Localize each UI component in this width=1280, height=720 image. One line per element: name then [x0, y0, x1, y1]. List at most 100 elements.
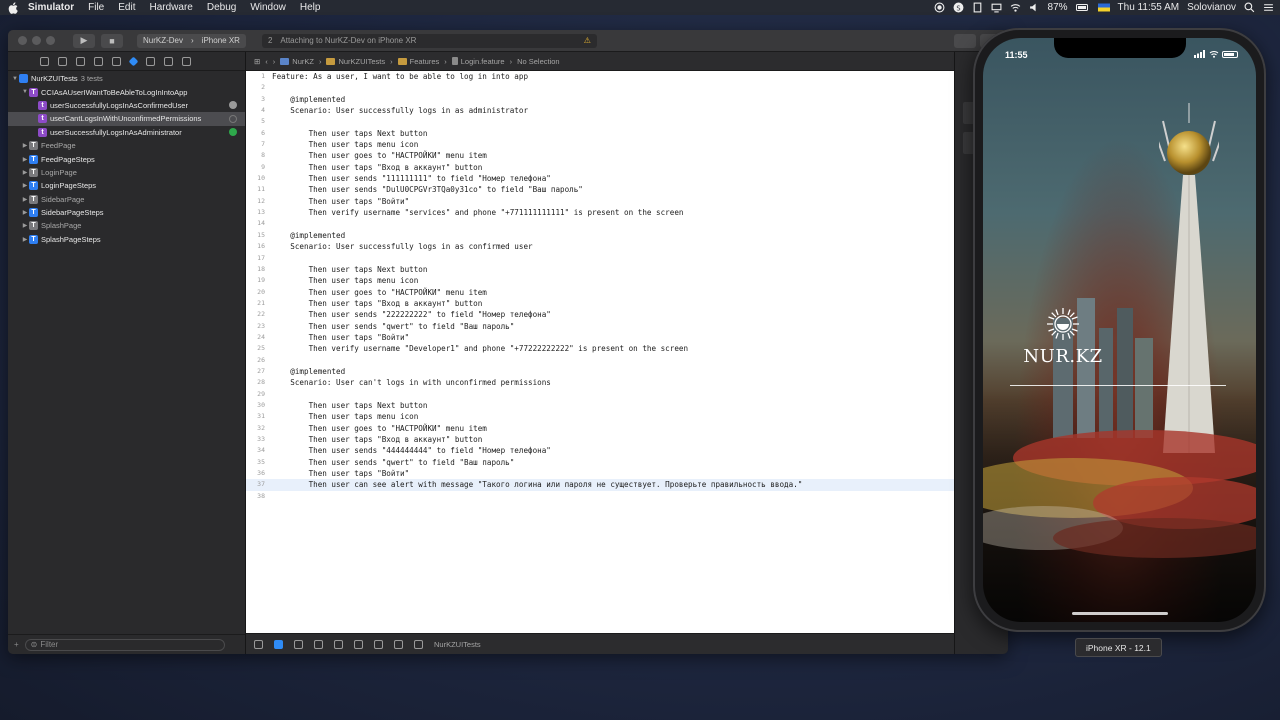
code-line[interactable]: 10 Then user sends "111111111" to field … [246, 173, 954, 184]
menu-app-name[interactable]: Simulator [28, 2, 74, 13]
stop-button[interactable]: ■ [101, 33, 123, 48]
step-over-icon[interactable] [314, 639, 323, 649]
test-row-confirmed-user[interactable]: t userSuccessfullyLogsInAsConfirmedUser [8, 99, 245, 112]
line-number[interactable]: 26 [246, 355, 272, 366]
code-editor[interactable]: 1 Feature: As a user, I want to be able t… [246, 71, 954, 633]
report-navigator-tab[interactable] [182, 56, 191, 66]
disclosure-closed-icon[interactable]: ▶ [21, 142, 29, 149]
line-number[interactable]: 27 [246, 366, 272, 377]
filter-input[interactable]: ⊜ Filter [24, 638, 225, 651]
code-line[interactable]: 18 Then user taps Next button [246, 264, 954, 275]
code-line[interactable]: 30 Then user taps Next button [246, 400, 954, 411]
disclosure-closed-icon[interactable]: ▶ [21, 196, 29, 203]
zoom-window-button[interactable] [46, 36, 55, 45]
line-number[interactable]: 8 [246, 150, 272, 161]
breadcrumb-group[interactable]: NurKZUITests [326, 57, 385, 66]
breadcrumb-selection[interactable]: No Selection [517, 57, 560, 66]
code-line[interactable]: 6 Then user taps Next button [246, 128, 954, 139]
menu-help[interactable]: Help [300, 2, 321, 13]
class-row-loginpagesteps[interactable]: ▶ T LoginPageSteps [8, 179, 245, 192]
code-line[interactable]: 17 [246, 253, 954, 264]
code-line[interactable]: 1 Feature: As a user, I want to be able t… [246, 71, 954, 82]
disclosure-closed-icon[interactable]: ▶ [21, 156, 29, 163]
line-number[interactable]: 1 [246, 71, 272, 82]
code-line[interactable]: 20 Then user goes to "НАСТРОЙКИ" menu it… [246, 287, 954, 298]
code-line[interactable]: 34 Then user sends "444444444" to field … [246, 445, 954, 456]
test-passed-icon[interactable] [229, 128, 237, 137]
breadcrumb-folder[interactable]: Features [397, 57, 439, 66]
line-number[interactable]: 16 [246, 241, 272, 252]
class-row-splashpagesteps[interactable]: ▶ T SplashPageSteps [8, 233, 245, 246]
location-icon[interactable] [394, 639, 403, 649]
code-line[interactable]: 12 Then user taps "Войти" [246, 196, 954, 207]
skype-icon[interactable]: S [953, 2, 964, 13]
line-number[interactable]: 25 [246, 343, 272, 354]
disclosure-open-icon[interactable]: ▼ [21, 89, 29, 95]
battery-icon[interactable] [1075, 2, 1090, 13]
wifi-icon[interactable] [1010, 2, 1021, 13]
disclosure-closed-icon[interactable]: ▶ [21, 182, 29, 189]
view-hierarchy-icon[interactable] [374, 639, 383, 649]
code-line[interactable]: 11 Then user sends "DulU0CPGVr3TQa0y31co… [246, 184, 954, 195]
line-number[interactable]: 7 [246, 139, 272, 150]
line-number[interactable]: 5 [246, 116, 272, 127]
volume-icon[interactable] [1029, 2, 1040, 13]
code-line[interactable]: 8 Then user goes to "НАСТРОЙКИ" menu ite… [246, 150, 954, 161]
code-line[interactable]: 26 [246, 355, 954, 366]
line-number[interactable]: 30 [246, 400, 272, 411]
class-row-sidebarpagesteps[interactable]: ▶ T SidebarPageSteps [8, 206, 245, 219]
line-number[interactable]: 24 [246, 332, 272, 343]
code-line[interactable]: 32 Then user goes to "НАСТРОЙКИ" menu it… [246, 423, 954, 434]
code-line[interactable]: 3 @implemented [246, 94, 954, 105]
issue-navigator-tab[interactable] [112, 56, 121, 66]
disclosure-open-icon[interactable]: ▼ [11, 76, 19, 82]
test-suite-row[interactable]: ▼ T CCIAsAUserIWantToBeAbleToLogInIntoAp… [8, 85, 245, 98]
line-number[interactable]: 37 [246, 479, 272, 490]
line-number[interactable]: 33 [246, 434, 272, 445]
line-number[interactable]: 17 [246, 253, 272, 264]
line-number[interactable]: 28 [246, 377, 272, 388]
menu-debug[interactable]: Debug [207, 2, 236, 13]
apple-icon[interactable] [8, 1, 18, 14]
test-navigator-tab[interactable] [128, 56, 139, 66]
user-name[interactable]: Solovianov [1187, 2, 1236, 13]
line-number[interactable]: 31 [246, 411, 272, 422]
class-row-feedpagesteps[interactable]: ▶ T FeedPageSteps [8, 152, 245, 165]
code-line[interactable]: 31 Then user taps menu icon [246, 411, 954, 422]
source-control-tab[interactable] [58, 56, 67, 66]
code-line[interactable]: 23 Then user sends "qwert" to field "Ваш… [246, 321, 954, 332]
record-icon[interactable] [934, 2, 945, 13]
code-line[interactable]: 24 Then user taps "Войти" [246, 332, 954, 343]
test-pending-icon[interactable] [229, 114, 237, 123]
line-number[interactable]: 14 [246, 218, 272, 229]
line-number[interactable]: 36 [246, 468, 272, 479]
menu-file[interactable]: File [88, 2, 104, 13]
line-number[interactable]: 3 [246, 94, 272, 105]
line-number[interactable]: 20 [246, 287, 272, 298]
code-line[interactable]: 4 Scenario: User successfully logs in as… [246, 105, 954, 116]
line-number[interactable]: 21 [246, 298, 272, 309]
line-number[interactable]: 35 [246, 457, 272, 468]
test-row-unconfirmed-permissions[interactable]: t userCantLogsInWithUnconfirmedPermissio… [8, 112, 245, 126]
minimize-window-button[interactable] [32, 36, 41, 45]
debug-target-label[interactable]: NurKZUITests [434, 640, 481, 649]
line-number[interactable]: 22 [246, 309, 272, 320]
code-line[interactable]: 19 Then user taps menu icon [246, 275, 954, 286]
close-window-button[interactable] [18, 36, 27, 45]
add-icon[interactable]: + [14, 640, 19, 649]
related-items-icon[interactable]: ⊞ [254, 57, 260, 66]
battery-percent[interactable]: 87% [1048, 2, 1068, 13]
document-icon[interactable] [972, 2, 983, 13]
breakpoint-navigator-tab[interactable] [164, 56, 173, 66]
breakpoints-toggle-icon[interactable] [274, 639, 283, 649]
line-number[interactable]: 4 [246, 105, 272, 116]
code-line[interactable]: 5 [246, 116, 954, 127]
code-line[interactable]: 35 Then user sends "qwert" to field "Ваш… [246, 457, 954, 468]
back-icon[interactable]: ‹ [265, 57, 268, 66]
code-line[interactable]: 29 [246, 389, 954, 400]
spotlight-icon[interactable] [1244, 2, 1255, 13]
forward-icon[interactable]: › [273, 57, 276, 66]
line-number[interactable]: 38 [246, 491, 272, 502]
step-into-icon[interactable] [334, 639, 343, 649]
line-number[interactable]: 11 [246, 184, 272, 195]
